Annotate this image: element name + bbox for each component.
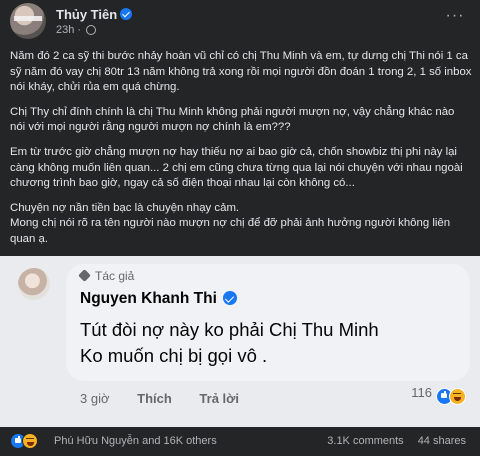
reaction-icons[interactable]: [10, 433, 38, 449]
commenter-name: Nguyen Khanh Thi: [80, 290, 217, 307]
comments-count-link[interactable]: 3.1K comments: [327, 435, 403, 447]
haha-reaction-icon: [449, 388, 466, 406]
comment-line: Ko muốn chị bị gọi vô .: [80, 345, 268, 366]
comment-like-button: Thích: [137, 391, 172, 406]
comment-reactions: 116: [411, 385, 466, 406]
facebook-post: Thủy Tiên 23h · ··· Năm đó 2 ca sỹ thi b…: [0, 0, 480, 456]
author-name[interactable]: Thủy Tiên: [56, 7, 117, 22]
post-paragraph: Chuyện nợ nần tiền bạc là chuyện nhạy cả…: [10, 201, 451, 245]
post-meta: 23h ·: [56, 24, 97, 36]
globe-icon: [86, 25, 97, 35]
comment-reply-button: Trả lời: [199, 391, 240, 406]
haha-reaction-icon: [22, 433, 38, 449]
verified-badge-icon: [120, 8, 133, 20]
comment-line: Tút đòi nợ này ko phải Chị Thu Minh: [80, 319, 379, 340]
post-paragraph: Chị Thy chỉ đính chính là chị Thu Minh k…: [10, 105, 455, 134]
comment-reaction-count: 116: [411, 385, 432, 400]
post-time[interactable]: 23h: [56, 24, 74, 36]
more-options-button[interactable]: ···: [442, 8, 468, 29]
commenter-avatar: [18, 268, 50, 300]
comment-time: 3 giờ: [80, 391, 110, 406]
reactors-summary[interactable]: Phú Hữu Nguyễn and 16K others: [54, 435, 217, 447]
comment-actions: 3 giờ Thích Trả lời: [80, 391, 263, 406]
author-tag-label: Tác giả: [95, 269, 135, 283]
author-name-row[interactable]: Thủy Tiên: [56, 7, 133, 22]
post-paragraph: Em từ trước giờ chẳng mượn nợ hay thiếu …: [10, 145, 463, 190]
post-paragraph: Năm đó 2 ca sỹ thi bước nhảy hoàn vũ chỉ…: [10, 50, 472, 94]
commenter-name-row: Nguyen Khanh Thi: [80, 290, 237, 308]
post-body: Năm đó 2 ca sỹ thi bước nhảy hoàn vũ chỉ…: [10, 49, 472, 257]
verified-badge-icon: [222, 291, 237, 305]
comment-screenshot-image[interactable]: Tác giả Nguyen Khanh Thi Tút đòi nợ này …: [0, 256, 480, 427]
shares-count-link[interactable]: 44 shares: [418, 435, 466, 447]
post-footer: Phú Hữu Nguyễn and 16K others 3.1K comme…: [10, 433, 470, 450]
post-header: Thủy Tiên 23h · ···: [10, 3, 470, 39]
comment-text: Tút đòi nợ này ko phải Chị Thu Minh Ko m…: [80, 317, 379, 369]
author-avatar[interactable]: [10, 3, 46, 39]
post-stats: 3.1K comments 44 shares: [313, 435, 466, 447]
author-tag-icon: [78, 269, 91, 282]
author-tag: Tác giả: [78, 269, 135, 283]
